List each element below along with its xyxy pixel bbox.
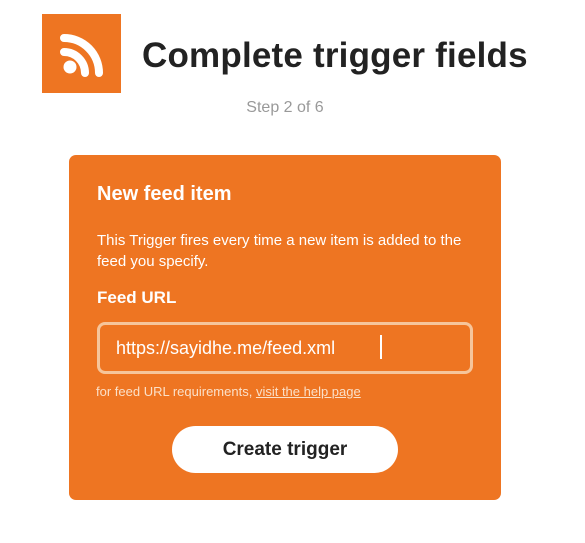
feed-url-input[interactable] (97, 322, 473, 374)
card-description: This Trigger fires every time a new item… (97, 232, 462, 270)
help-page-link[interactable]: visit the help page (256, 384, 361, 399)
trigger-card: New feed item This Trigger fires every t… (69, 155, 501, 500)
page: Complete trigger fields Step 2 of 6 New … (0, 0, 585, 543)
helper-text-prefix: for feed URL requirements, (96, 384, 256, 399)
helper-text: for feed URL requirements, visit the hel… (96, 384, 361, 399)
create-trigger-button[interactable]: Create trigger (172, 426, 398, 473)
text-caret (380, 335, 382, 359)
step-indicator: Step 2 of 6 (246, 99, 324, 116)
rss-feed-icon (60, 34, 103, 77)
feed-url-label: Feed URL (97, 288, 177, 307)
rss-logo (42, 14, 121, 93)
page-title: Complete trigger fields (142, 36, 528, 75)
card-title: New feed item (97, 183, 232, 205)
